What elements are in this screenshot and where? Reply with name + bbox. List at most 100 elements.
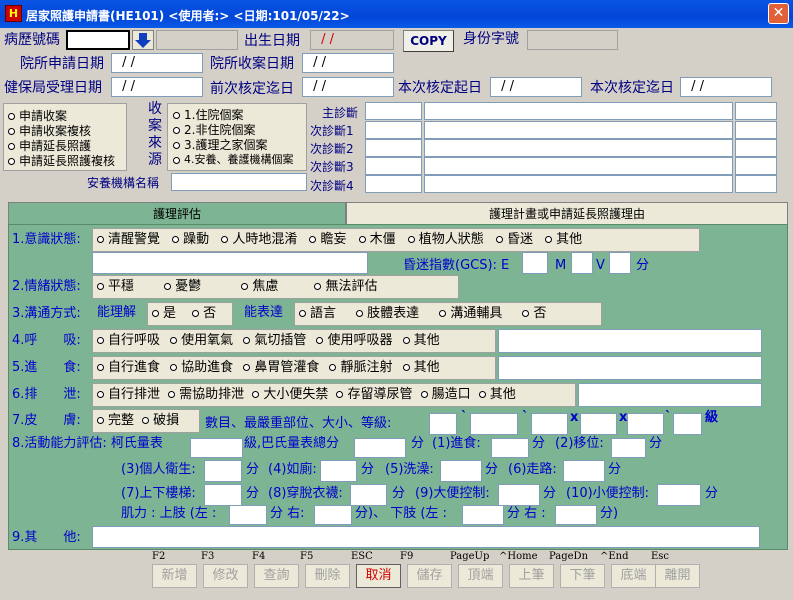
radio-icon[interactable] <box>402 364 410 371</box>
diag-extra-input[interactable] <box>735 157 777 175</box>
source-option[interactable]: 2.非住院個案 <box>173 123 255 137</box>
express-option[interactable]: 肢體表達 <box>356 306 419 321</box>
radio-icon[interactable] <box>8 128 15 135</box>
radio-icon[interactable] <box>358 236 366 243</box>
consciousness-option[interactable]: 其他 <box>545 232 582 247</box>
consciousness-option[interactable]: 瞻妄 <box>309 232 346 247</box>
adl-toilet-input[interactable] <box>320 460 357 482</box>
bottom-button[interactable]: 底端 <box>611 564 656 588</box>
source-option[interactable]: 1.住院個案 <box>173 108 243 122</box>
barthel-total-input[interactable] <box>354 438 406 458</box>
radio-icon[interactable] <box>407 236 415 243</box>
breathing-option[interactable]: 使用呼吸器 <box>316 333 392 348</box>
radio-icon[interactable] <box>336 391 344 398</box>
adl-eating-input[interactable] <box>491 438 529 458</box>
radio-icon[interactable] <box>299 310 306 317</box>
radio-icon[interactable] <box>495 236 503 243</box>
wound-count-input[interactable] <box>429 413 457 435</box>
diag-extra-input[interactable] <box>735 102 777 120</box>
diag-code-input[interactable] <box>365 121 422 139</box>
diag-desc-input[interactable] <box>424 102 733 120</box>
radio-icon[interactable] <box>420 391 428 398</box>
feeding-option[interactable]: 其他 <box>402 360 440 375</box>
excretion-other-input[interactable] <box>578 383 762 407</box>
breathing-option[interactable]: 其他 <box>402 333 440 348</box>
cur-end-date-input[interactable]: / / <box>680 77 772 97</box>
diag-extra-input[interactable] <box>735 175 777 193</box>
prev-end-date-input[interactable]: / / <box>302 77 394 97</box>
nhi-recv-date-input[interactable]: / / <box>111 77 203 97</box>
radio-icon[interactable] <box>173 112 180 119</box>
gcs-m-input[interactable] <box>571 252 593 274</box>
adl-bowel-input[interactable] <box>498 484 540 506</box>
emotion-option[interactable]: 焦慮 <box>241 279 278 294</box>
wound-depth-input[interactable] <box>627 413 664 435</box>
adl-transfer-input[interactable] <box>611 438 646 458</box>
diag-code-input[interactable] <box>365 102 422 120</box>
consciousness-option[interactable]: 人時地混淆 <box>221 232 297 247</box>
wound-length-input[interactable] <box>531 413 568 435</box>
express-option[interactable]: 溝通輔具 <box>439 306 502 321</box>
kirk-scale-input[interactable] <box>190 438 243 458</box>
radio-icon[interactable] <box>172 236 180 243</box>
excretion-option[interactable]: 大小便失禁 <box>252 387 328 402</box>
radio-icon[interactable] <box>170 364 178 371</box>
emotion-option[interactable]: 無法評估 <box>314 279 377 294</box>
cur-start-date-input[interactable]: / / <box>490 77 582 97</box>
radio-icon[interactable] <box>8 143 15 150</box>
radio-icon[interactable] <box>8 158 15 165</box>
express-option[interactable]: 否 <box>522 306 546 321</box>
radio-icon[interactable] <box>243 364 251 371</box>
understand-option[interactable]: 是 <box>152 306 176 321</box>
radio-icon[interactable] <box>152 310 159 317</box>
radio-icon[interactable] <box>478 391 486 398</box>
breathing-other-input[interactable] <box>498 329 762 353</box>
excretion-option[interactable]: 需協助排泄 <box>168 387 244 402</box>
radio-icon[interactable] <box>356 310 364 317</box>
radio-icon[interactable] <box>142 417 150 424</box>
consciousness-other-input[interactable] <box>92 252 368 274</box>
adl-bladder-input[interactable] <box>657 484 701 506</box>
diag-code-input[interactable] <box>365 157 422 175</box>
skin-option[interactable]: 完整 <box>97 413 134 428</box>
adl-dressing-input[interactable] <box>350 484 387 506</box>
feeding-option[interactable]: 自行進食 <box>97 360 160 375</box>
radio-icon[interactable] <box>164 283 172 290</box>
add-button[interactable]: 新增 <box>152 564 197 588</box>
radio-icon[interactable] <box>241 283 249 290</box>
feeding-option[interactable]: 靜脈注射 <box>329 360 392 375</box>
institution-input[interactable] <box>171 173 307 191</box>
consciousness-option[interactable]: 植物人狀態 <box>407 232 484 247</box>
apply-type-option[interactable]: 申請延長照護 <box>8 139 91 153</box>
apply-type-option[interactable]: 申請收案 <box>8 109 67 123</box>
radio-icon[interactable] <box>97 236 104 243</box>
source-option[interactable]: 4.安養、養護機構個案 <box>173 153 294 167</box>
adl-stairs-input[interactable] <box>204 484 242 506</box>
radio-icon[interactable] <box>97 391 104 398</box>
breathing-option[interactable]: 使用氧氣 <box>170 333 233 348</box>
excretion-option[interactable]: 腸造口 <box>420 387 471 402</box>
wound-site-input[interactable] <box>470 413 518 435</box>
tab-nursing-plan[interactable]: 護理計畫或申請延長照護理由 <box>346 202 788 224</box>
radio-icon[interactable] <box>97 417 104 424</box>
copy-button[interactable]: COPY <box>403 30 454 52</box>
breathing-option[interactable]: 氣切插管 <box>243 333 306 348</box>
tab-nursing-assessment[interactable]: 護理評估 <box>8 202 346 226</box>
radio-icon[interactable] <box>192 310 200 317</box>
adl-hygiene-input[interactable] <box>204 460 242 482</box>
diag-code-input[interactable] <box>365 175 422 193</box>
chart-no-input[interactable] <box>66 30 130 50</box>
excretion-option[interactable]: 自行排泄 <box>97 387 160 402</box>
diag-code-input[interactable] <box>365 139 422 157</box>
close-icon[interactable]: ✕ <box>768 3 789 24</box>
radio-icon[interactable] <box>402 337 410 344</box>
gcs-e-input[interactable] <box>522 252 548 274</box>
cancel-button[interactable]: 取消 <box>356 564 401 588</box>
other-input[interactable] <box>92 526 760 548</box>
consciousness-option[interactable]: 昏迷 <box>495 232 533 247</box>
radio-icon[interactable] <box>243 337 251 344</box>
apply-type-option[interactable]: 申請收案複核 <box>8 124 91 138</box>
adl-walking-input[interactable] <box>563 460 605 482</box>
gcs-v-input[interactable] <box>609 252 631 274</box>
excretion-option[interactable]: 存留導尿管 <box>336 387 412 402</box>
